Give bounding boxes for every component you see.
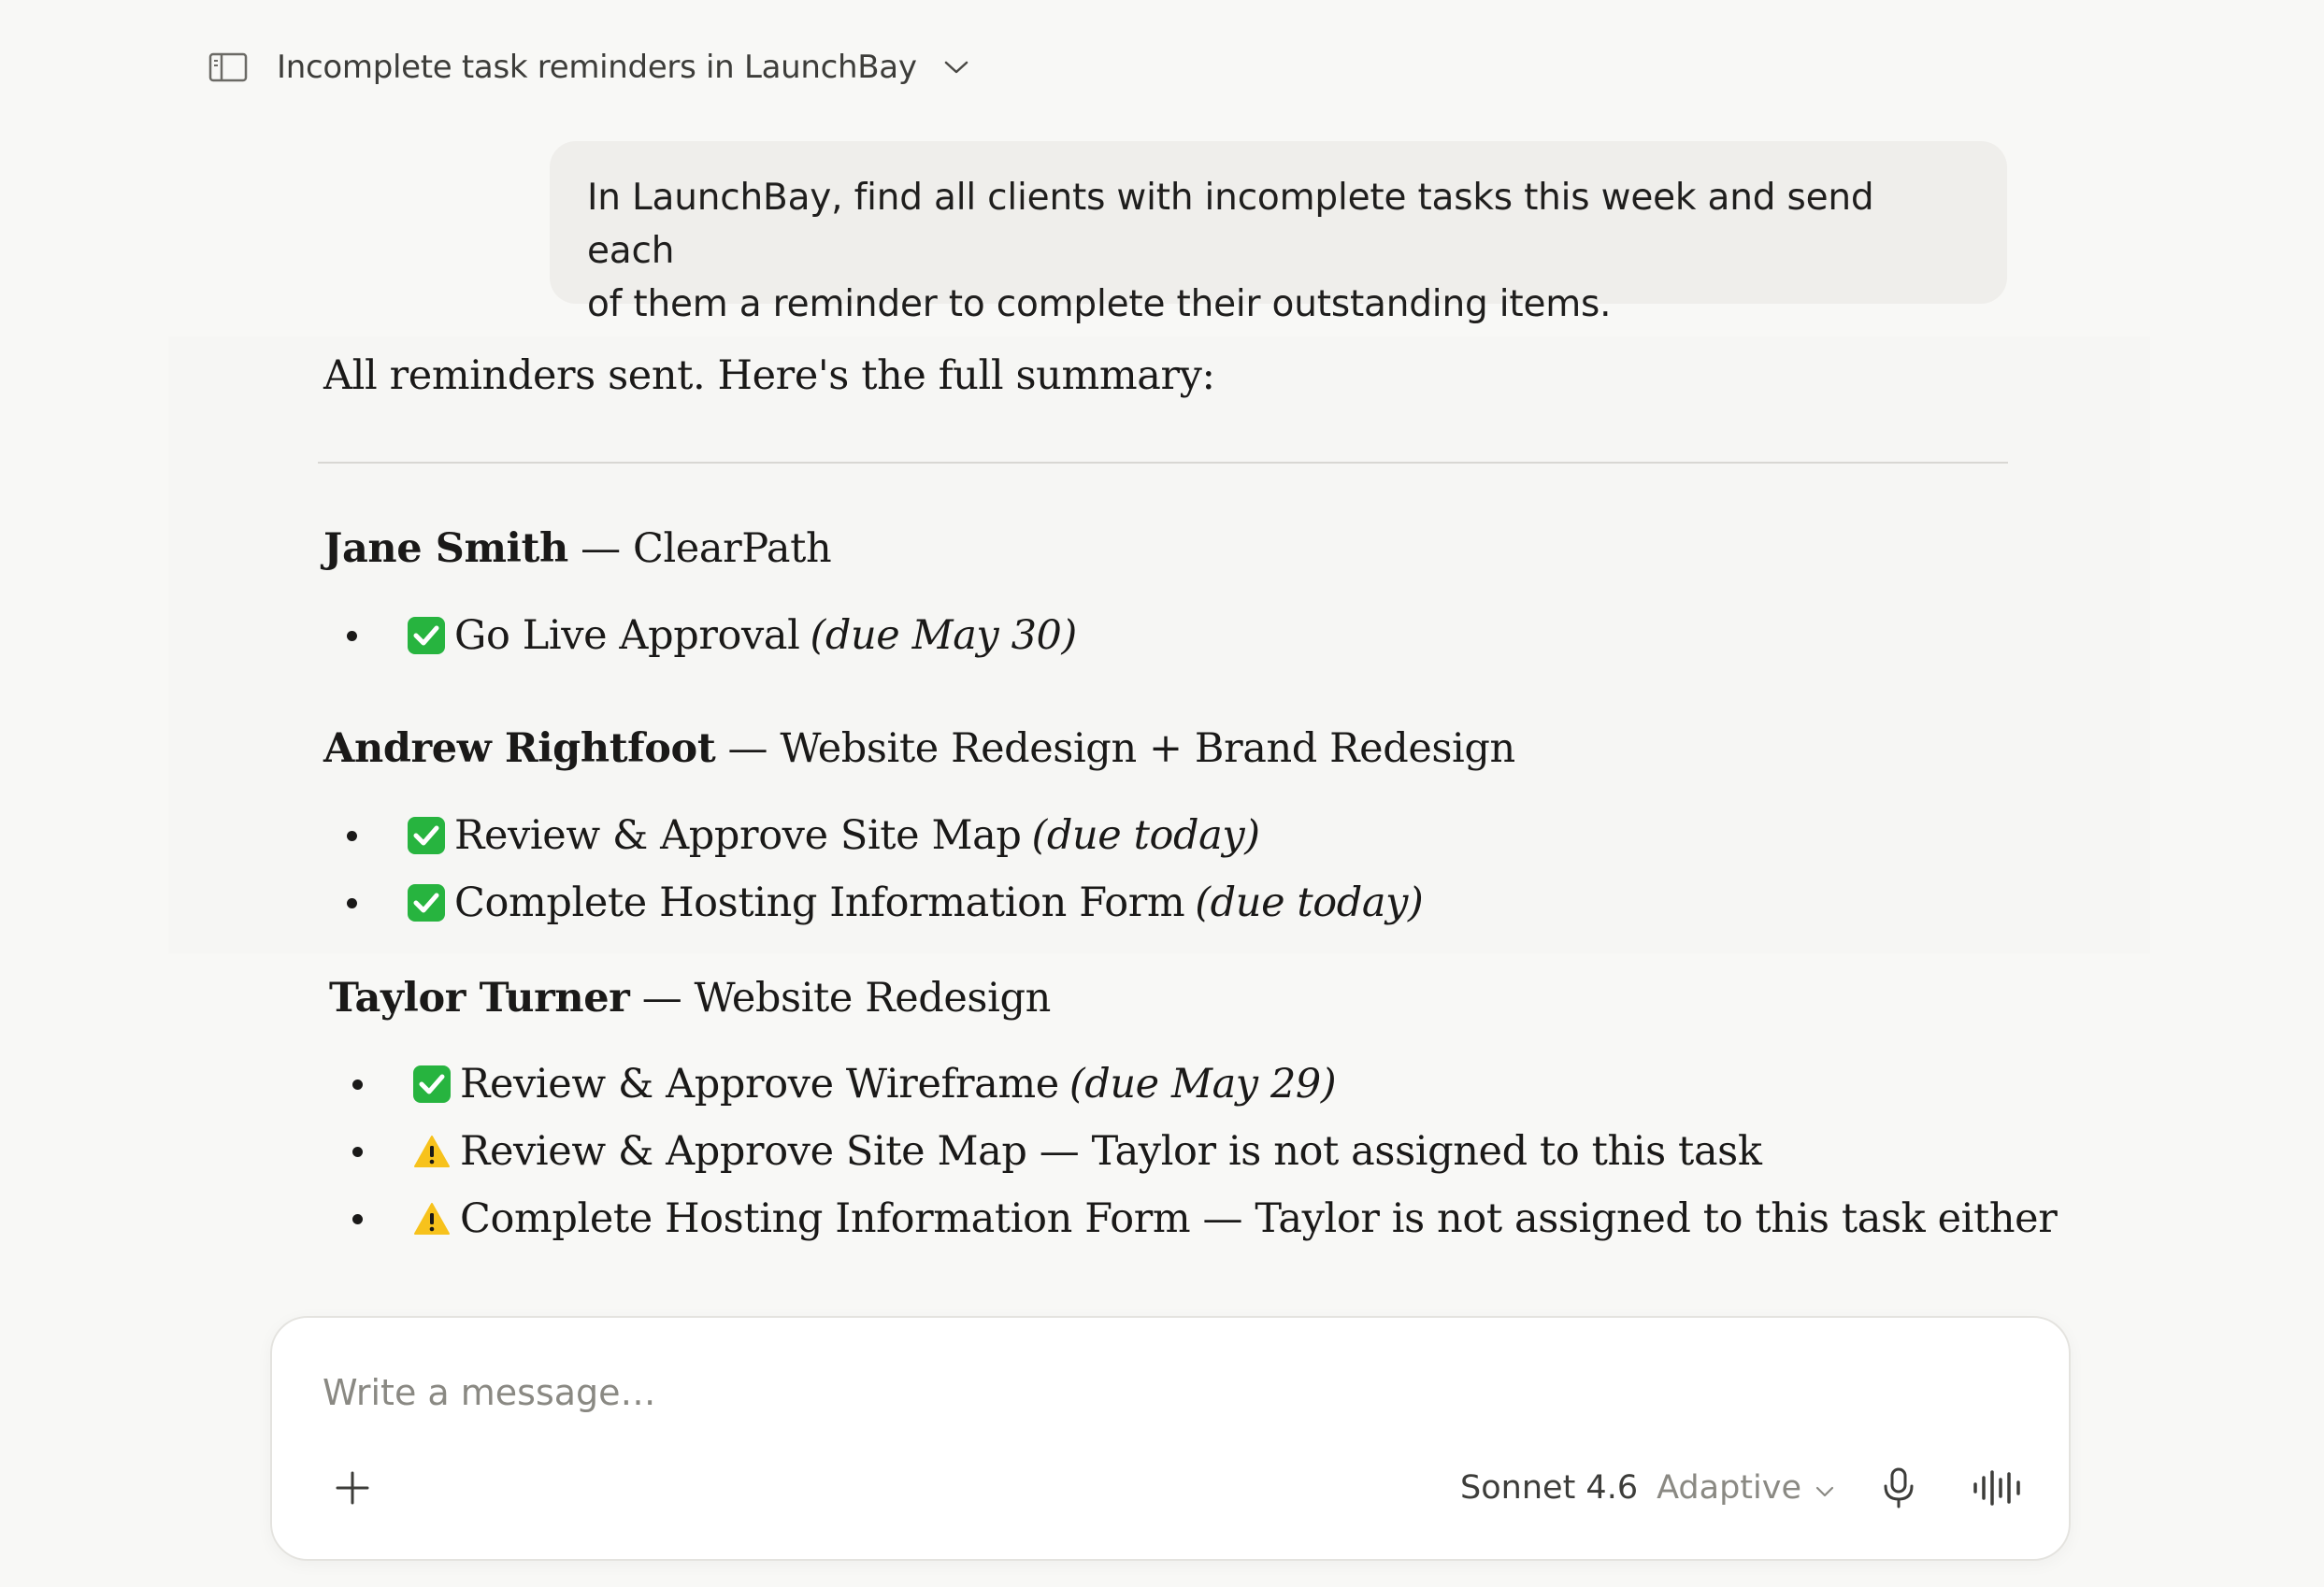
client-project: — ClearPath bbox=[567, 525, 832, 572]
bullet bbox=[352, 1213, 363, 1224]
task-label: Complete Hosting Information Form bbox=[454, 879, 1185, 926]
task-item: Go Live Approval (due May 30) bbox=[347, 608, 1077, 664]
warning-icon bbox=[413, 1200, 451, 1237]
model-mode: Adaptive bbox=[1657, 1469, 1801, 1507]
task-item: Review & Approve Wireframe (due May 29) bbox=[352, 1056, 1337, 1112]
sidebar-toggle-icon[interactable] bbox=[208, 41, 249, 93]
client-project: — Website Redesign bbox=[629, 975, 1052, 1022]
client-name: Jane Smith bbox=[323, 525, 568, 572]
divider bbox=[318, 462, 2008, 464]
assistant-intro: All reminders sent. Here's the full summ… bbox=[323, 352, 1215, 399]
client-name: Taylor Turner bbox=[329, 975, 630, 1022]
bullet bbox=[352, 1079, 363, 1090]
bullet bbox=[347, 830, 357, 841]
task-label: Review & Approve Site Map — Taylor is no… bbox=[460, 1128, 1762, 1175]
warning-icon bbox=[413, 1133, 451, 1170]
task-due: (due today) bbox=[1195, 879, 1424, 926]
check-mark-button-icon bbox=[408, 617, 445, 654]
check-mark-button-icon bbox=[413, 1065, 451, 1103]
user-message-line: In LaunchBay, find all clients with inco… bbox=[587, 177, 1874, 272]
task-item: Complete Hosting Information Form — Tayl… bbox=[352, 1191, 2058, 1247]
voice-waveform-icon[interactable] bbox=[1964, 1454, 2031, 1522]
task-due: (due May 30) bbox=[810, 612, 1077, 659]
task-label: Complete Hosting Information Form — Tayl… bbox=[460, 1195, 2058, 1242]
task-due: (due today) bbox=[1031, 812, 1261, 859]
task-label: Go Live Approval bbox=[454, 612, 800, 659]
conversation-title[interactable]: Incomplete task reminders in LaunchBay bbox=[277, 49, 917, 86]
client-heading: Taylor Turner — Website Redesign bbox=[329, 970, 1051, 1026]
bullet bbox=[347, 630, 357, 641]
message-composer: Sonnet 4.6 Adaptive bbox=[270, 1316, 2071, 1561]
check-mark-button-icon bbox=[408, 817, 445, 854]
task-due: (due May 29) bbox=[1069, 1061, 1337, 1108]
task-label: Review & Approve Wireframe bbox=[460, 1061, 1059, 1108]
client-name: Andrew Rightfoot bbox=[323, 725, 716, 772]
client-heading: Jane Smith — ClearPath bbox=[323, 521, 832, 577]
task-label: Review & Approve Site Map bbox=[454, 812, 1022, 859]
user-message-bubble: In LaunchBay, find all clients with inco… bbox=[550, 141, 2007, 325]
task-item: Complete Hosting Information Form (due to… bbox=[347, 875, 1424, 931]
conversation-header: Incomplete task reminders in LaunchBay bbox=[208, 41, 975, 93]
task-item: Review & Approve Site Map (due today) bbox=[347, 808, 1260, 864]
model-name: Sonnet 4.6 bbox=[1460, 1469, 1639, 1507]
check-mark-button-icon bbox=[408, 884, 445, 922]
client-project: — Website Redesign + Brand Redesign bbox=[715, 725, 1516, 772]
chevron-down-icon[interactable] bbox=[938, 41, 975, 93]
user-message-line: of them a reminder to complete their out… bbox=[587, 283, 1612, 325]
scroll-fade bbox=[0, 1280, 2324, 1318]
microphone-icon[interactable] bbox=[1869, 1458, 1929, 1518]
task-item: Review & Approve Site Map — Taylor is no… bbox=[352, 1123, 1762, 1180]
plus-icon[interactable] bbox=[323, 1458, 382, 1518]
message-input[interactable] bbox=[323, 1365, 1725, 1421]
chevron-down-icon bbox=[1815, 1469, 1835, 1507]
bullet bbox=[352, 1146, 363, 1157]
client-heading: Andrew Rightfoot — Website Redesign + Br… bbox=[323, 721, 1515, 777]
bullet bbox=[347, 897, 357, 908]
model-selector[interactable]: Sonnet 4.6 Adaptive bbox=[1460, 1458, 1835, 1518]
